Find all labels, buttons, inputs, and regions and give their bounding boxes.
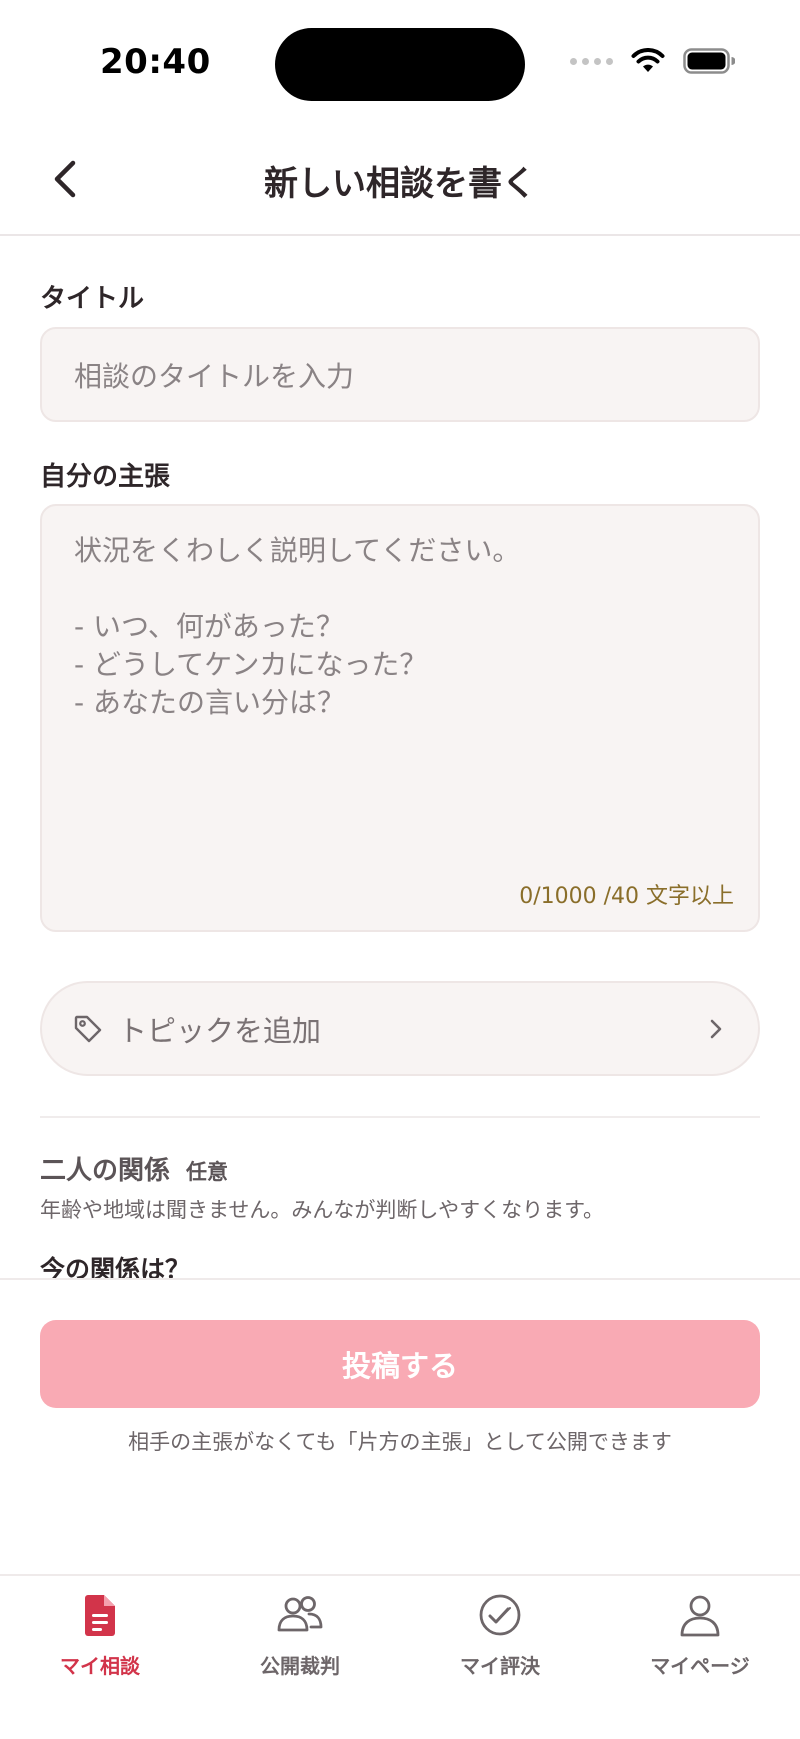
body-placeholder-line: - あなたの言い分は？ — [74, 686, 346, 719]
add-topic-label: トピックを追加 — [118, 1013, 322, 1048]
wifi-icon — [631, 48, 665, 72]
body-placeholder-line: - どうしてケンカになった？ — [74, 648, 428, 681]
status-time: 20:40 — [100, 42, 211, 82]
submit-button[interactable]: 投稿する — [40, 1320, 760, 1408]
section-divider — [40, 1116, 760, 1118]
title-input-placeholder: 相談のタイトルを入力 — [74, 359, 355, 393]
char-counter: 0/1000 /40 文字以上 — [519, 884, 734, 909]
document-icon — [85, 1595, 115, 1636]
add-topic-button[interactable]: トピックを追加 — [40, 981, 760, 1076]
relationship-question-clip: 今の関係は？ — [0, 1248, 800, 1278]
dynamic-island — [275, 28, 525, 101]
title-input[interactable]: 相談のタイトルを入力 — [40, 327, 760, 422]
tab-label: 公開裁判 — [260, 1654, 340, 1678]
people-icon — [277, 1596, 323, 1632]
tab-my-page[interactable]: マイページ — [600, 1576, 800, 1739]
title-label: タイトル — [40, 284, 145, 314]
tab-my-consultations[interactable]: マイ相談 — [0, 1576, 200, 1739]
relationship-question: 今の関係は？ — [40, 1255, 191, 1278]
cellular-signal-icon — [570, 57, 613, 65]
tab-my-verdicts[interactable]: マイ評決 — [400, 1576, 600, 1739]
body-textarea[interactable]: 状況をくわしく説明してください。 - いつ、何があった？ - どうしてケンカにな… — [40, 504, 760, 932]
submit-label: 投稿する — [341, 1349, 458, 1383]
relationship-heading: 二人の関係 任意 — [40, 1150, 228, 1187]
body-placeholder-line: 状況をくわしく説明してください。 — [74, 534, 521, 567]
submit-area: 投稿する 相手の主張がなくても「片方の主張」として公開できます — [0, 1278, 800, 1574]
optional-badge: 任意 — [186, 1160, 229, 1184]
chevron-right-icon — [710, 1019, 722, 1038]
check-circle-icon — [479, 1594, 521, 1636]
tab-public-trials[interactable]: 公開裁判 — [200, 1576, 400, 1739]
nav-header: 新しい相談を書く — [0, 130, 800, 236]
tab-label: マイ相談 — [60, 1654, 140, 1678]
body-placeholder-line: - いつ、何があった？ — [74, 610, 344, 643]
body-label: 自分の主張 — [40, 462, 171, 492]
tab-label: マイ評決 — [460, 1654, 540, 1678]
submit-note: 相手の主張がなくても「片方の主張」として公開できます — [128, 1430, 672, 1454]
tab-label: マイページ — [650, 1654, 750, 1678]
battery-icon — [683, 48, 735, 74]
person-icon — [680, 1595, 720, 1637]
relationship-title: 二人の関係 — [40, 1156, 171, 1186]
status-indicators — [570, 48, 735, 74]
body-placeholder-line — [74, 570, 726, 608]
tag-icon — [74, 1015, 102, 1042]
tab-bar: マイ相談 公開裁判 マイ評決 マイページ — [0, 1574, 800, 1739]
relationship-note: 年齢や地域は聞きません。みんなが判断しやすくなります。 — [40, 1198, 605, 1222]
page-title: 新しい相談を書く — [264, 164, 536, 204]
